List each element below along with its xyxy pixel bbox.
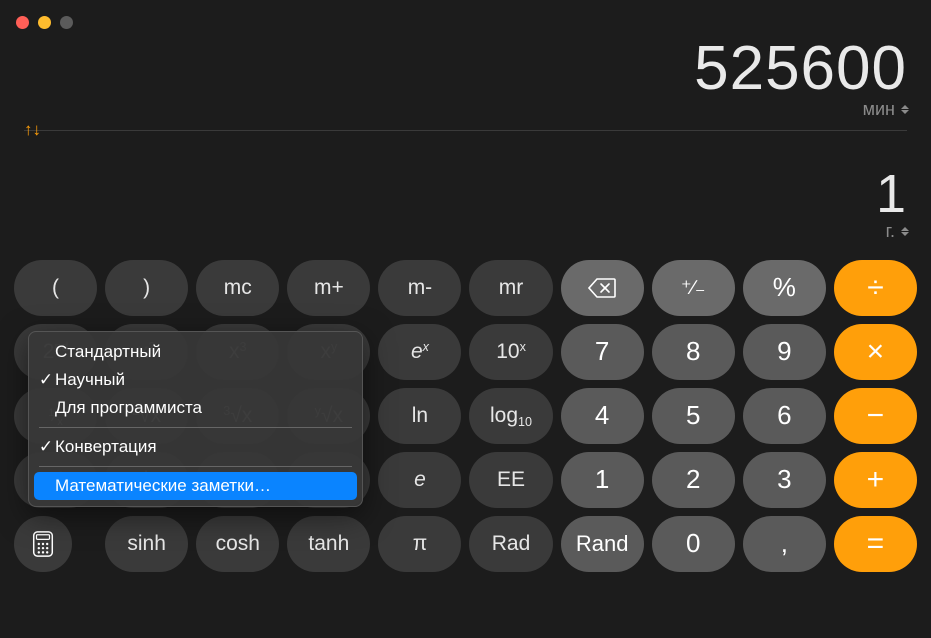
menu-label: Математические заметки… <box>55 476 271 496</box>
primary-unit-selector[interactable]: мин <box>863 99 909 120</box>
menu-label: Конвертация <box>55 437 157 457</box>
sinh-key[interactable]: sinh <box>105 516 188 572</box>
updown-icon <box>901 105 909 114</box>
updown-icon <box>901 227 909 236</box>
digit-8-key[interactable]: 8 <box>652 324 735 380</box>
close-window-button[interactable] <box>16 16 29 29</box>
digit-7-key[interactable]: 7 <box>561 324 644 380</box>
minus-key[interactable]: − <box>834 388 917 444</box>
menu-label: Для программиста <box>55 398 202 418</box>
minimize-window-button[interactable] <box>38 16 51 29</box>
digit-6-key[interactable]: 6 <box>743 388 826 444</box>
menu-item-scientific[interactable]: ✓ Научный <box>29 366 362 394</box>
digit-9-key[interactable]: 9 <box>743 324 826 380</box>
rad-key[interactable]: Rad <box>469 516 552 572</box>
ln-key[interactable]: ln <box>378 388 461 444</box>
mode-menu: Стандартный ✓ Научный Для программиста ✓… <box>28 331 363 507</box>
primary-unit-label: мин <box>863 99 895 120</box>
e-key[interactable]: e <box>378 452 461 508</box>
pi-key[interactable]: π <box>378 516 461 572</box>
check-icon: ✓ <box>37 437 55 457</box>
mminus-key[interactable]: m- <box>378 260 461 316</box>
menu-label: Стандартный <box>55 342 161 362</box>
calculator-icon <box>31 531 55 557</box>
cosh-key[interactable]: cosh <box>196 516 279 572</box>
mc-key[interactable]: mc <box>196 260 279 316</box>
digit-4-key[interactable]: 4 <box>561 388 644 444</box>
backspace-icon <box>588 278 616 298</box>
display-separator: ↑↓ <box>24 130 907 131</box>
zoom-window-button[interactable] <box>60 16 73 29</box>
menu-divider <box>39 427 352 428</box>
e-power-x-key[interactable]: ex <box>378 324 461 380</box>
log10-key[interactable]: log10 <box>469 388 552 444</box>
secondary-unit-label: г. <box>886 221 895 242</box>
menu-item-math-notes[interactable]: Математические заметки… <box>34 472 357 500</box>
paren-open-key[interactable]: ( <box>14 260 97 316</box>
plusminus-icon: ⁺∕₋ <box>681 275 705 300</box>
menu-item-convert[interactable]: ✓ Конвертация <box>29 433 362 461</box>
digit-2-key[interactable]: 2 <box>652 452 735 508</box>
mr-key[interactable]: mr <box>469 260 552 316</box>
secondary-value: 1 <box>876 165 907 224</box>
mplus-key[interactable]: m+ <box>287 260 370 316</box>
digit-5-key[interactable]: 5 <box>652 388 735 444</box>
menu-item-programmer[interactable]: Для программиста <box>29 394 362 422</box>
plusminus-key[interactable]: ⁺∕₋ <box>652 260 735 316</box>
percent-key[interactable]: % <box>743 260 826 316</box>
divide-key[interactable]: ÷ <box>834 260 917 316</box>
ee-key[interactable]: EE <box>469 452 552 508</box>
check-icon: ✓ <box>37 370 55 390</box>
menu-divider <box>39 466 352 467</box>
backspace-key[interactable] <box>561 260 644 316</box>
digit-0-key[interactable]: 0 <box>652 516 735 572</box>
ten-power-x-key[interactable]: 10x <box>469 324 552 380</box>
mode-menu-button[interactable] <box>14 516 72 572</box>
paren-close-key[interactable]: ) <box>105 260 188 316</box>
decimal-key[interactable]: , <box>743 516 826 572</box>
plus-key[interactable]: + <box>834 452 917 508</box>
display-area: 525600 мин ↑↓ 1 г. <box>0 0 931 252</box>
window-controls <box>16 16 73 29</box>
rand-key[interactable]: Rand <box>561 516 644 572</box>
menu-label: Научный <box>55 370 125 390</box>
multiply-key[interactable]: × <box>834 324 917 380</box>
digit-3-key[interactable]: 3 <box>743 452 826 508</box>
equals-key[interactable]: = <box>834 516 917 572</box>
secondary-unit-selector[interactable]: г. <box>886 221 909 242</box>
digit-1-key[interactable]: 1 <box>561 452 644 508</box>
swap-icon[interactable]: ↑↓ <box>24 120 41 140</box>
menu-item-standard[interactable]: Стандартный <box>29 338 362 366</box>
primary-value: 525600 <box>694 35 907 103</box>
tanh-key[interactable]: tanh <box>287 516 370 572</box>
